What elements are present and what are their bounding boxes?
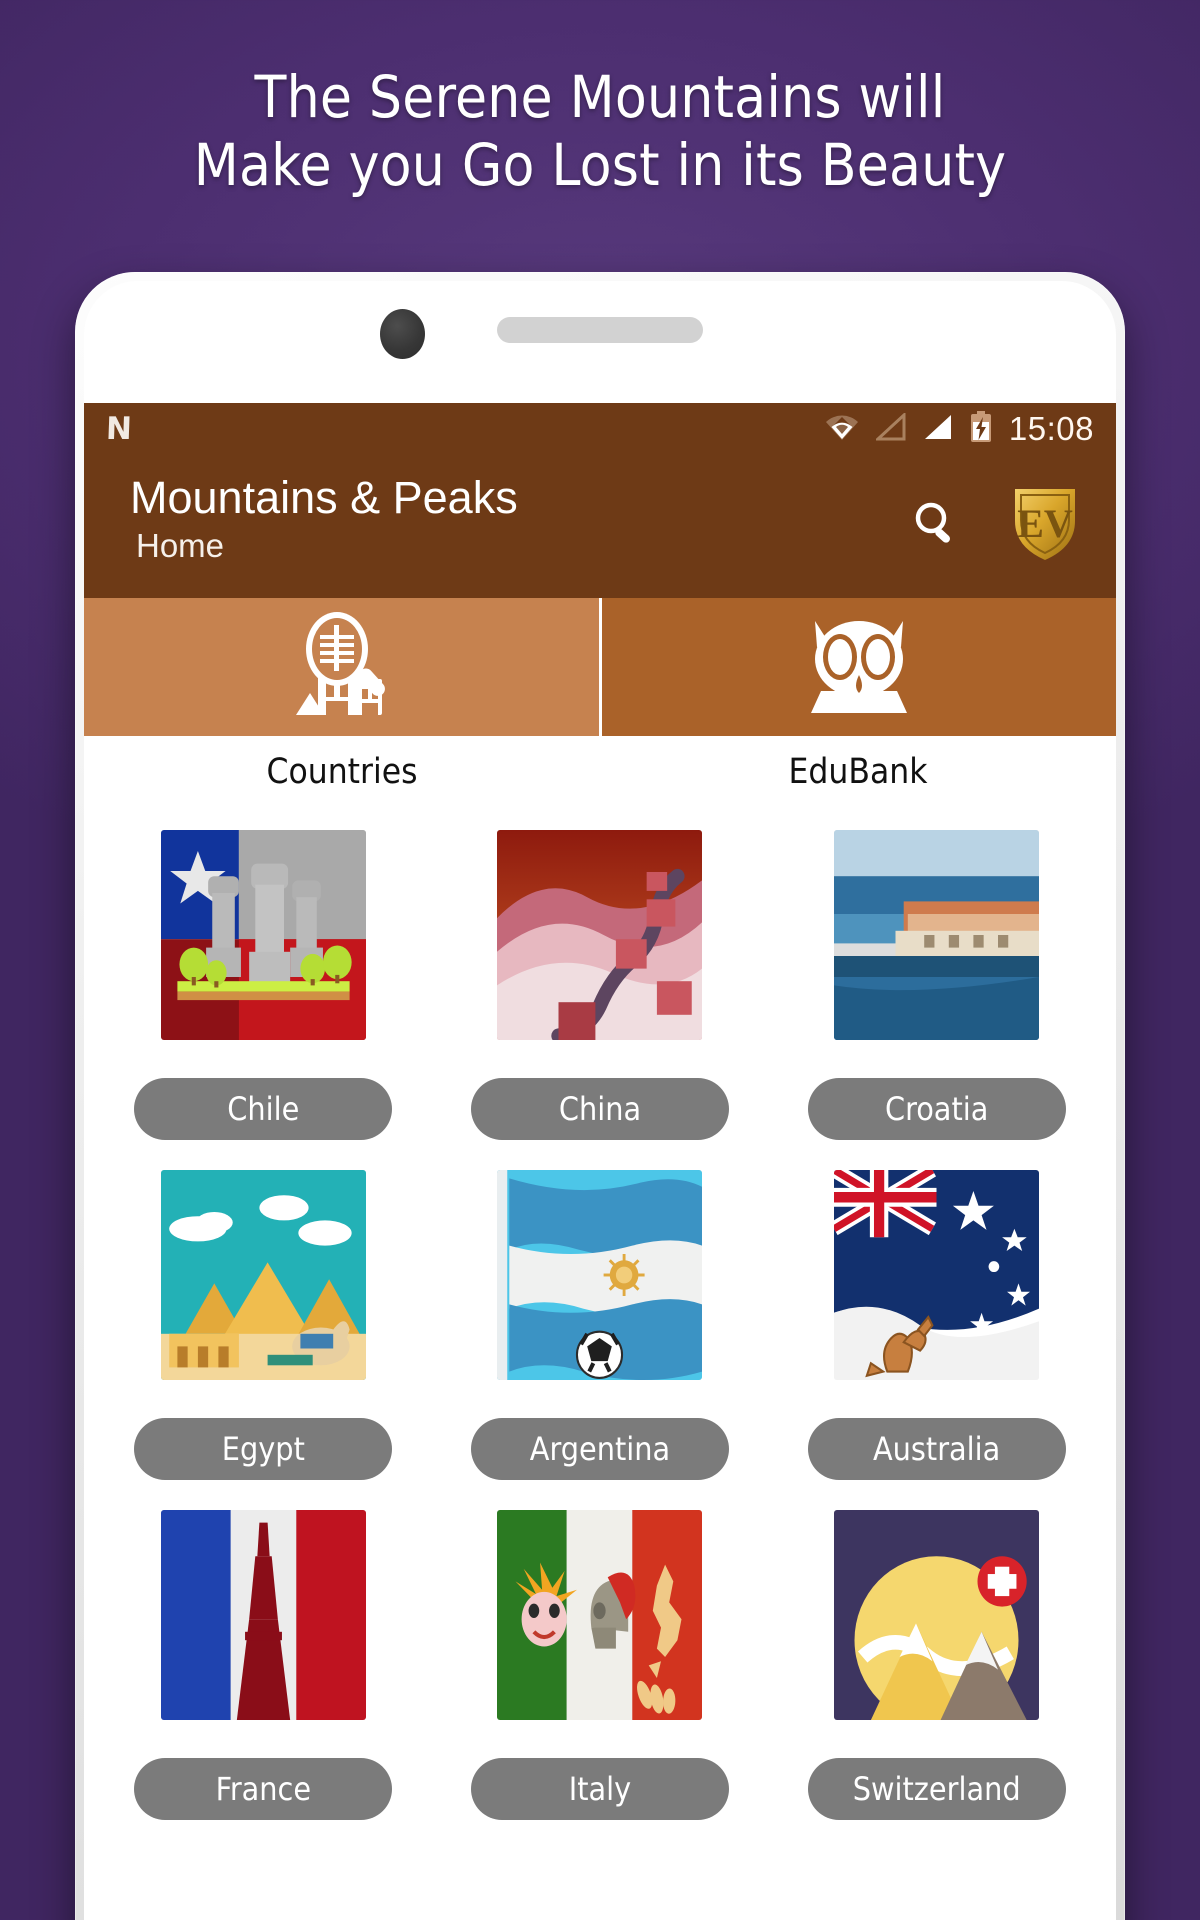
country-card[interactable]: Croatia bbox=[779, 830, 1094, 1140]
signal-empty-icon bbox=[874, 411, 906, 446]
tab-bar bbox=[84, 598, 1116, 736]
country-thumbnail-croatia bbox=[834, 830, 1040, 1040]
country-thumbnail-chile bbox=[160, 830, 366, 1040]
country-thumbnail-italy bbox=[497, 1510, 703, 1720]
phone-screen-bezel: N 15:08 Mountains & Peaks Home EV Countr… bbox=[84, 281, 1116, 1920]
tab-edubank[interactable] bbox=[601, 598, 1116, 736]
country-card[interactable]: France bbox=[106, 1510, 421, 1820]
promo-heading: The Serene Mountains will Make you Go Lo… bbox=[0, 63, 1200, 200]
ev-shield-logo[interactable]: EV bbox=[1010, 485, 1080, 568]
tab-countries[interactable] bbox=[84, 598, 599, 736]
country-thumbnail-france bbox=[160, 1510, 366, 1720]
country-label[interactable]: Switzerland bbox=[807, 1758, 1066, 1820]
app-bar: Mountains & Peaks Home EV bbox=[84, 455, 1116, 598]
tab-label-edubank[interactable]: EduBank bbox=[600, 736, 1116, 806]
promo-line-2: Make you Go Lost in its Beauty bbox=[193, 130, 1007, 199]
owl-icon bbox=[799, 613, 919, 722]
country-card[interactable]: Argentina bbox=[443, 1170, 758, 1480]
country-grid: Chile China Croatia Egypt Argentina Aust… bbox=[84, 806, 1116, 1820]
tab-label-countries[interactable]: Countries bbox=[84, 736, 600, 806]
status-bar-clock: 15:08 bbox=[1008, 410, 1094, 447]
country-card[interactable]: Chile bbox=[106, 830, 421, 1140]
country-thumbnail-egypt bbox=[160, 1170, 366, 1380]
country-card[interactable]: China bbox=[443, 830, 758, 1140]
country-label[interactable]: Croatia bbox=[807, 1078, 1066, 1140]
app-screen: N 15:08 Mountains & Peaks Home EV Countr… bbox=[84, 403, 1116, 1920]
magnifier-buildings-icon bbox=[282, 609, 400, 726]
page-title: Mountains & Peaks bbox=[130, 472, 518, 523]
ev-logo-text: EV bbox=[1017, 501, 1073, 546]
breadcrumb: Home bbox=[136, 527, 225, 565]
signal-full-icon bbox=[923, 413, 953, 446]
country-thumbnail-australia bbox=[834, 1170, 1040, 1380]
android-n-logo-icon: N bbox=[105, 410, 133, 447]
country-card[interactable]: Egypt bbox=[106, 1170, 421, 1480]
country-card[interactable]: Switzerland bbox=[779, 1510, 1094, 1820]
country-label[interactable]: Chile bbox=[134, 1078, 393, 1140]
country-label[interactable]: France bbox=[134, 1758, 393, 1820]
front-camera-icon bbox=[380, 309, 425, 359]
country-card[interactable]: Italy bbox=[443, 1510, 758, 1820]
promo-line-1: The Serene Mountains will bbox=[254, 63, 946, 131]
earpiece-speaker bbox=[497, 317, 703, 343]
country-label[interactable]: Italy bbox=[470, 1758, 729, 1820]
search-icon[interactable] bbox=[908, 496, 964, 557]
country-thumbnail-switzerland bbox=[834, 1510, 1040, 1720]
wifi-icon bbox=[825, 413, 859, 446]
country-thumbnail-china bbox=[497, 830, 703, 1040]
status-bar: N 15:08 bbox=[84, 403, 1116, 455]
country-label[interactable]: Egypt bbox=[134, 1418, 393, 1480]
phone-mockup: N 15:08 Mountains & Peaks Home EV Countr… bbox=[75, 272, 1125, 1920]
country-label[interactable]: Argentina bbox=[470, 1418, 729, 1480]
country-card[interactable]: Australia bbox=[779, 1170, 1094, 1480]
country-thumbnail-argentina bbox=[497, 1170, 703, 1380]
country-label[interactable]: China bbox=[470, 1078, 729, 1140]
tab-labels: Countries EduBank bbox=[84, 736, 1116, 806]
country-label[interactable]: Australia bbox=[807, 1418, 1066, 1480]
battery-charging-icon bbox=[970, 410, 992, 448]
